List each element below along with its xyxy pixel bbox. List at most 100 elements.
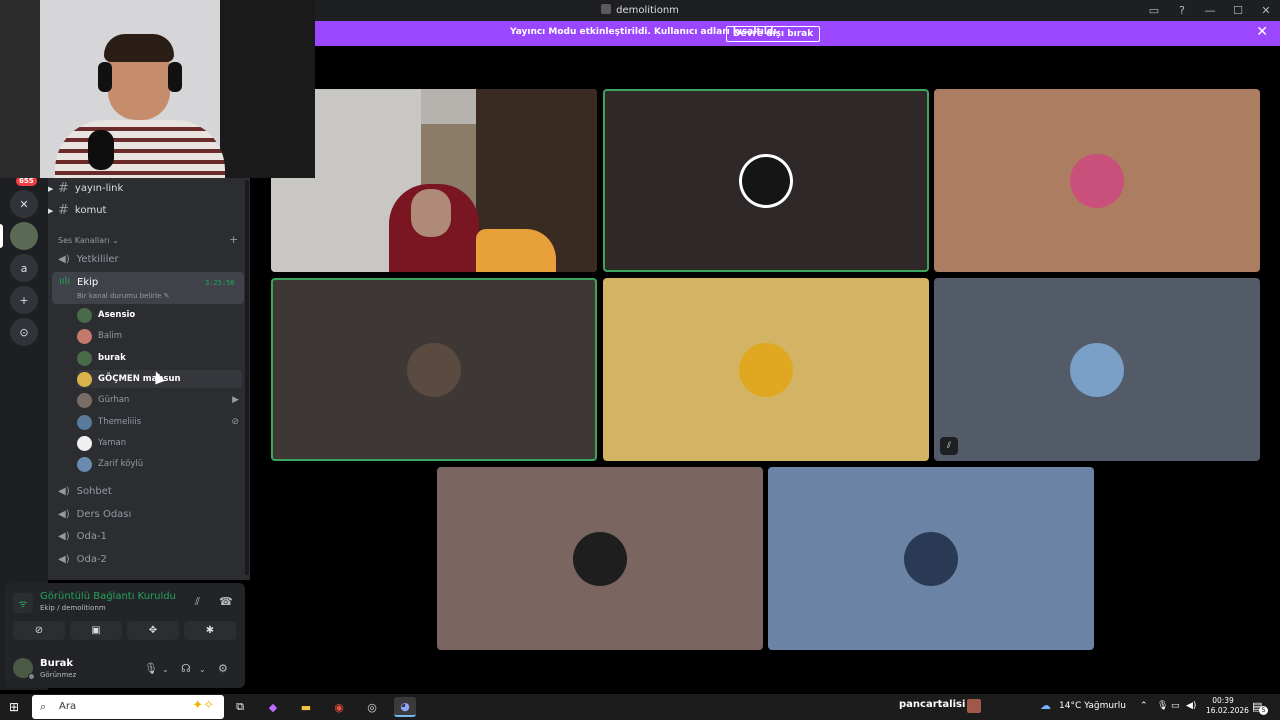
member-name: Zarif köylü bbox=[98, 459, 144, 469]
voice-channel-oda-2[interactable]: ◀) Oda-2 bbox=[58, 554, 107, 565]
soundboard-button[interactable]: ✱ bbox=[184, 621, 236, 640]
notification-badge: 5 bbox=[1259, 706, 1268, 715]
speaker-icon: ◀) bbox=[58, 531, 70, 542]
streamer-webcam-overlay bbox=[0, 0, 315, 178]
video-tile[interactable] bbox=[603, 89, 929, 272]
windows-start-icon[interactable]: ⊞ bbox=[9, 700, 19, 714]
channel-komut[interactable]: ▶ # komut bbox=[48, 203, 106, 218]
help-icon[interactable]: ? bbox=[1168, 0, 1196, 21]
presence-indicator bbox=[28, 673, 35, 680]
voice-member[interactable]: burak bbox=[77, 349, 242, 367]
participant-avatar bbox=[904, 531, 958, 586]
member-name: Themeliiis bbox=[98, 417, 142, 427]
voice-member[interactable]: Zarif köylü bbox=[77, 455, 242, 473]
noise-suppression-icon[interactable]: ⫽ bbox=[195, 595, 200, 609]
voice-member[interactable]: Yaman bbox=[77, 434, 242, 452]
discord-app-icon[interactable]: ◕ bbox=[394, 697, 416, 717]
disable-streamer-mode-button[interactable]: Devre dışı bırak bbox=[726, 26, 821, 42]
tray-mic-icon[interactable]: 🎙 bbox=[1157, 701, 1168, 711]
chrome-icon[interactable]: ◉ bbox=[328, 697, 350, 717]
server-item-a[interactable]: a bbox=[10, 254, 38, 282]
channel-label: yayın-link bbox=[74, 183, 124, 194]
tray-chevron-icon[interactable]: ⌃ bbox=[1140, 701, 1148, 711]
voice-channel-sohbet[interactable]: ◀) Sohbet bbox=[58, 486, 112, 497]
window-controls: ▭ ? — ☐ ✕ bbox=[1140, 0, 1280, 21]
clock-date: 16.02.2026 bbox=[1206, 706, 1249, 715]
voice-channel-label: Sohbet bbox=[76, 486, 112, 497]
activities-button[interactable]: ✥ bbox=[127, 621, 179, 640]
server-item-tools[interactable]: ✕ bbox=[10, 190, 38, 218]
participant-avatar bbox=[1070, 153, 1124, 208]
screen-share-button[interactable]: ▣ bbox=[70, 621, 122, 640]
tray-volume-icon[interactable]: ◀) bbox=[1186, 701, 1196, 711]
taskbar-search[interactable]: ⌕ Ara ✦✧ bbox=[32, 695, 224, 719]
voice-channel-ders-odasi[interactable]: ◀) Ders Odası bbox=[58, 509, 131, 520]
microphone-icon[interactable]: 🎙 bbox=[144, 662, 158, 675]
obs-icon[interactable]: ◎ bbox=[361, 697, 383, 717]
speaker-icon: ◀) bbox=[58, 509, 70, 520]
member-name: Yaman bbox=[98, 438, 127, 448]
voice-channel-label: Yetkililer bbox=[76, 254, 119, 265]
avatar bbox=[77, 414, 92, 430]
discover-icon[interactable]: ⊙ bbox=[10, 318, 38, 346]
voice-activity-icon: ıılı bbox=[59, 276, 71, 287]
video-tile[interactable] bbox=[437, 467, 763, 650]
banner-close-icon[interactable]: ✕ bbox=[1256, 24, 1268, 40]
voice-member[interactable]: Asensio bbox=[77, 306, 242, 324]
voice-channel-label: Oda-1 bbox=[76, 531, 107, 542]
connection-status-title[interactable]: Görüntülü Bağlantı Kuruldu bbox=[40, 591, 176, 602]
maximize-button[interactable]: ☐ bbox=[1224, 0, 1252, 21]
settings-gear-icon[interactable]: ⚙ bbox=[218, 662, 228, 675]
tray-monitor-icon[interactable]: ▭ bbox=[1171, 701, 1180, 711]
chevron-down-icon[interactable]: ⌄ bbox=[162, 665, 169, 674]
video-camera-icon: ▶ bbox=[232, 395, 239, 405]
channel-status-prompt[interactable]: Bir kanal durumu belirle ✎ bbox=[77, 292, 170, 300]
video-tile[interactable]: ⫽ bbox=[934, 278, 1260, 461]
voice-member[interactable]: Balim bbox=[77, 327, 242, 345]
file-explorer-icon[interactable]: ▬ bbox=[295, 697, 317, 717]
disconnect-icon[interactable]: ☎ bbox=[219, 595, 233, 608]
weather-text[interactable]: 14°C Yağmurlu bbox=[1059, 701, 1126, 711]
voice-channel-oda-1[interactable]: ◀) Oda-1 bbox=[58, 531, 107, 542]
add-channel-icon[interactable]: + bbox=[229, 233, 238, 246]
voice-channel-label: Oda-2 bbox=[76, 554, 107, 565]
copilot-sparkle-icon: ✦✧ bbox=[192, 698, 214, 713]
speaker-icon: ◀) bbox=[58, 486, 70, 497]
chevron-down-icon[interactable]: ⌄ bbox=[199, 665, 206, 674]
video-tile[interactable] bbox=[271, 278, 597, 461]
server-item-active[interactable] bbox=[10, 222, 38, 250]
sidebar-scrollbar[interactable] bbox=[245, 180, 249, 575]
video-tile[interactable] bbox=[768, 467, 1094, 650]
avatar bbox=[77, 328, 92, 344]
video-tile[interactable] bbox=[934, 89, 1260, 272]
voice-channel-yetkililer[interactable]: ◀) Yetkililer bbox=[58, 254, 119, 265]
voice-timer: 3:25:58 bbox=[205, 279, 235, 287]
minimize-button[interactable]: — bbox=[1196, 0, 1224, 21]
headphones-right bbox=[168, 62, 182, 92]
avatar bbox=[77, 307, 92, 323]
video-tile-camera[interactable] bbox=[271, 89, 597, 272]
taskbar-clock[interactable]: 00:39 16.02.2026 bbox=[1206, 696, 1249, 716]
active-voice-channel-name: Ekip bbox=[77, 277, 99, 288]
headphones-icon[interactable]: ☊ bbox=[181, 662, 191, 675]
camera-toggle-button[interactable]: ⊘ bbox=[13, 621, 65, 640]
close-button[interactable]: ✕ bbox=[1252, 0, 1280, 21]
headphones-left bbox=[98, 62, 112, 92]
voice-channels-header[interactable]: Ses Kanalları ⌄ bbox=[58, 236, 119, 245]
copilot-app-icon[interactable]: ◆ bbox=[262, 697, 284, 717]
voice-member[interactable]: Themeliiis ⊘ bbox=[77, 413, 242, 431]
user-name[interactable]: Burak bbox=[40, 658, 73, 669]
participant-avatar bbox=[407, 342, 461, 397]
search-placeholder: Ara bbox=[59, 701, 77, 712]
camera-feed-face bbox=[411, 189, 451, 237]
member-name: Gürhan bbox=[98, 395, 130, 405]
voice-member[interactable]: Gürhan ▶ bbox=[77, 391, 242, 409]
inbox-icon[interactable]: ▭ bbox=[1140, 0, 1168, 21]
add-server-icon[interactable]: + bbox=[10, 286, 38, 314]
video-tile[interactable] bbox=[603, 278, 929, 461]
participant-avatar bbox=[573, 531, 627, 586]
task-view-icon[interactable]: ⧉ bbox=[229, 697, 251, 717]
channel-yayin-link[interactable]: ▶ # yayın-link bbox=[48, 181, 124, 196]
avatar bbox=[77, 371, 92, 387]
connection-channel-path[interactable]: Ekip / demolitionm bbox=[40, 604, 106, 612]
